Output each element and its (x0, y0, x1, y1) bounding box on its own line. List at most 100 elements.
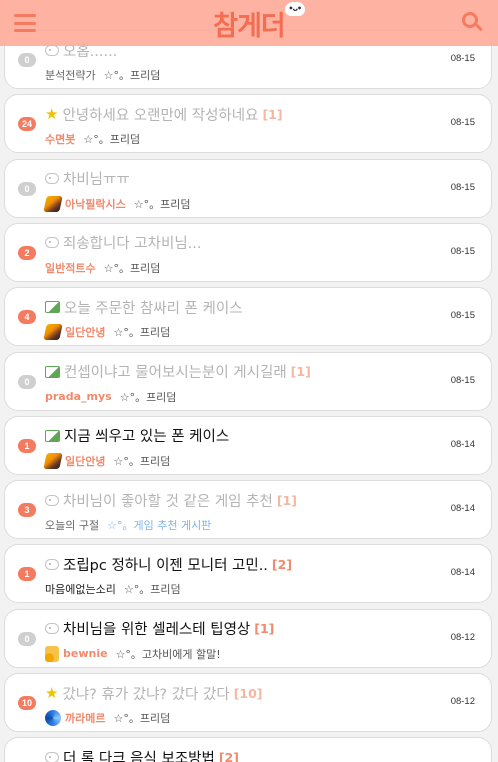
recommend-count-badge: 3 (18, 503, 36, 518)
post-row[interactable]: 24 ★ 안녕하세요 오랜만에 작성하네요 [1] 수면봇 ☆°。프리덤 08-15 (4, 94, 492, 154)
author-name[interactable]: 아낙필락시스 (65, 196, 126, 212)
post-row[interactable]: 10 ★ 갔냐? 휴가 갔냐? 갔다 갔다 [10] 까라메르 ☆°。프리덤 08-12 (4, 673, 492, 732)
post-meta: 수면봇 ☆°。프리덤 (45, 131, 140, 147)
star-icon: ★ (45, 104, 59, 123)
post-date: 08-15 (450, 310, 475, 322)
post-meta: 오늘의 구절 ☆°。게임 추천 게시판 (45, 517, 211, 533)
search-icon[interactable] (462, 12, 484, 34)
recommend-count-badge: 0 (18, 631, 36, 646)
post-title-line[interactable]: 죄송합니다 고차비님... (45, 232, 202, 254)
post-row[interactable]: 1 조립pc 정하니 이젠 모니터 고민.. [2] 마음에없는소리 ☆°。프리덤 08-… (4, 544, 492, 604)
post-title[interactable]: 컨셉이냐고 물어보시는분이 게시길래 (64, 361, 287, 382)
board-name[interactable]: ☆°。프리덤 (113, 710, 170, 726)
post-title[interactable]: 차비님이 좋아할 것 같은 게임 추천 (63, 490, 273, 511)
post-title-line[interactable]: 차비님이 좋아할 것 같은 게임 추천 [1] (45, 489, 297, 511)
post-meta: bewnie ☆°。고차비에게 할말! (45, 645, 221, 662)
post-date: 08-14 (450, 503, 475, 515)
post-title-line[interactable]: ★ 갔냐? 휴가 갔냐? 갔다 갔다 [10] (45, 682, 263, 704)
comment-count: [1] (254, 621, 275, 637)
post-title-line[interactable]: ★ 안녕하세요 오랜만에 작성하네요 [1] (45, 103, 283, 125)
post-meta: 일단안녕 ☆°。프리덤 (43, 324, 170, 341)
author-name[interactable]: 마음에없는소리 (45, 581, 116, 597)
post-row[interactable]: 1 지금 씌우고 있는 폰 케이스 일단안녕 ☆°。프리덤 08-14 (4, 415, 492, 475)
user-level-feather-icon (43, 452, 63, 469)
post-row[interactable]: 2 죄송합니다 고차비님... 일반적트수 ☆°。프리덤 08-15 (4, 222, 492, 282)
post-row[interactable]: 3 차비님이 좋아할 것 같은 게임 추천 [1] 오늘의 구절 ☆°。게임 추천 게시… (4, 480, 492, 540)
author-name[interactable]: bewnie (63, 647, 108, 660)
recommend-count-badge: 2 (18, 245, 36, 260)
bubble-icon (45, 44, 59, 56)
author-name[interactable]: 일단안녕 (65, 324, 105, 340)
post-title-line[interactable]: 오늘 주문한 참싸리 폰 케이스 (45, 296, 243, 318)
hamburger-menu-icon[interactable] (14, 14, 36, 32)
bubble-icon (45, 173, 59, 185)
bubble-icon (45, 751, 59, 762)
board-name[interactable]: ☆°。프리덤 (120, 389, 177, 405)
bubble-icon (45, 558, 59, 570)
post-title[interactable]: 지금 씌우고 있는 폰 케이스 (64, 425, 229, 446)
recommend-count-badge: 24 (18, 117, 36, 132)
author-name[interactable]: 까라메르 (65, 710, 105, 726)
comment-count: [10] (233, 685, 263, 701)
post-meta: 일반적트수 ☆°。프리덤 (45, 260, 160, 276)
board-name[interactable]: ☆°。게임 추천 게시판 (107, 517, 211, 533)
recommend-count-badge: 4 (18, 310, 36, 325)
user-level-swirl-icon (45, 710, 61, 726)
post-title-line[interactable]: 컨셉이냐고 물어보시는분이 게시길래 [1] (45, 361, 311, 383)
post-title[interactable]: 차비님ㅠㅠ (63, 168, 130, 189)
post-row[interactable]: 더 록 다크 음식 보조방법 [2] (4, 737, 492, 762)
post-title[interactable]: 차비님을 위한 셀레스테 팁영상 (63, 618, 250, 639)
author-name[interactable]: 오늘의 구절 (45, 517, 99, 533)
board-name[interactable]: ☆°。프리덤 (104, 67, 161, 83)
post-date: 08-12 (450, 631, 475, 643)
author-name[interactable]: 분석전략가 (45, 67, 96, 83)
bubble-icon (45, 237, 59, 249)
post-title[interactable]: 갔냐? 휴가 갔냐? 갔다 갔다 (62, 683, 229, 704)
post-title-line[interactable]: 더 록 다크 음식 보조방법 [2] (45, 746, 239, 762)
board-name[interactable]: ☆°。프리덤 (104, 260, 161, 276)
comment-count: [1] (290, 364, 311, 379)
board-name[interactable]: ☆°。프리덤 (134, 196, 191, 212)
site-logo[interactable]: 참게더 •ᴗ• (213, 1, 305, 43)
comment-count: [2] (218, 749, 239, 762)
board-name[interactable]: ☆°。프리덤 (124, 581, 181, 597)
user-level-feather-icon (43, 195, 63, 212)
post-date: 08-15 (450, 181, 475, 193)
post-row[interactable]: 0 차비님ㅠㅠ 아낙필락시스 ☆°。프리덤 08-15 (4, 158, 492, 218)
bubble-icon (45, 494, 59, 506)
board-name[interactable]: ☆°。고차비에게 할말! (116, 646, 221, 662)
post-title-line[interactable]: 조립pc 정하니 이젠 모니터 고민.. [2] (45, 553, 292, 575)
post-title[interactable]: 더 록 다크 음식 보조방법 (63, 747, 215, 762)
post-title-line[interactable]: 차비님을 위한 셀레스테 팁영상 [1] (45, 618, 274, 640)
post-title[interactable]: 안녕하세요 오랜만에 작성하네요 (62, 104, 258, 125)
author-name[interactable]: 일반적트수 (45, 260, 96, 276)
post-meta: 일단안녕 ☆°。프리덤 (43, 452, 170, 469)
author-name[interactable]: 수면봇 (45, 131, 75, 147)
author-name[interactable]: prada_mys (45, 390, 112, 403)
post-date: 08-15 (450, 374, 475, 386)
image-icon (45, 365, 60, 378)
post-date: 08-15 (450, 117, 475, 129)
post-row[interactable]: 0 차비님을 위한 셀레스테 팁영상 [1] bewnie ☆°。고차비에게 할말! 08… (4, 608, 492, 668)
recommend-count-badge: 10 (18, 696, 36, 710)
logo-text: 참게더 (213, 10, 286, 42)
bubble-icon (45, 623, 59, 635)
post-row[interactable]: 4 오늘 주문한 참싸리 폰 케이스일단안녕 ☆°。프리덤 08-15 (4, 287, 492, 347)
board-name[interactable]: ☆°。프리덤 (113, 324, 170, 340)
post-meta: 아낙필락시스 ☆°。프리덤 (43, 195, 191, 212)
comment-count: [2] (271, 556, 293, 572)
board-name[interactable]: ☆°。프리덤 (113, 453, 170, 469)
post-title-line[interactable]: 지금 씌우고 있는 폰 케이스 (45, 425, 229, 447)
user-level-feather-icon (43, 324, 63, 341)
post-title[interactable]: 죄송합니다 고차비님... (63, 232, 202, 253)
post-row[interactable]: 0 컨셉이냐고 물어보시는분이 게시길래 [1] prada_mys ☆°。프리덤 08-… (4, 351, 492, 411)
recommend-count-badge: 1 (18, 438, 36, 453)
board-name[interactable]: ☆°。프리덤 (83, 131, 140, 147)
post-title[interactable]: 오늘 주문한 참싸리 폰 케이스 (64, 297, 243, 318)
post-title[interactable]: 조립pc 정하니 이젠 모니터 고민.. (63, 554, 268, 575)
recommend-count-badge: 0 (18, 53, 36, 67)
author-name[interactable]: 일단안녕 (65, 453, 105, 469)
post-date: 08-15 (450, 245, 475, 257)
post-meta: 마음에없는소리 ☆°。프리덤 (45, 581, 181, 597)
post-title-line[interactable]: 차비님ㅠㅠ (45, 168, 130, 190)
